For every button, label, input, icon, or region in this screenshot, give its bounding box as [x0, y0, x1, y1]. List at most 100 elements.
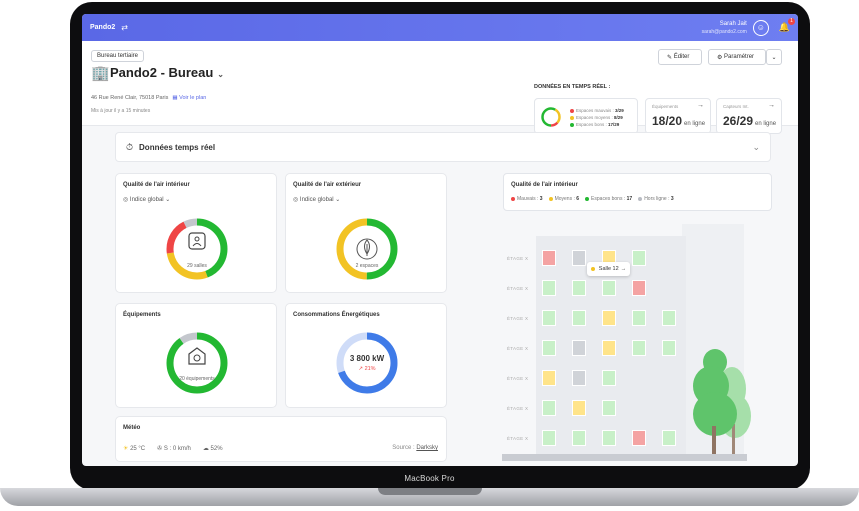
equipment-donut [166, 332, 228, 394]
chevron-down-icon: ⌄ [165, 197, 171, 203]
building-icon: 🏢 [91, 65, 110, 82]
room-cell[interactable] [542, 370, 556, 386]
room-cell[interactable] [542, 250, 556, 266]
source-link[interactable]: Darksky [416, 445, 438, 451]
app-screen: Pando2 ⇄ Sarah Jait sarah@pando2.com ☺ 🔔… [82, 14, 798, 466]
floor-label: ÉTAGE X [507, 346, 529, 351]
realtime-label: DONNÉES EN TEMPS RÉEL : [534, 84, 611, 90]
indoor-air-card[interactable]: Qualité de l'air intérieur ◎ Indice glob… [115, 173, 277, 293]
arrow-right-icon: → [768, 102, 775, 109]
app-name[interactable]: Pando2 [90, 24, 115, 31]
view-plan-link[interactable]: ▦ Voir le plan [172, 95, 206, 101]
address: 46 Rue René Clair, 75018 Paris ▦ Voir le … [91, 95, 207, 101]
room-cell[interactable] [572, 430, 586, 446]
floor-label: ÉTAGE X [507, 256, 529, 261]
equipment-card[interactable]: Équipements 20 équipements [115, 303, 277, 408]
timer-icon: ⏱ [126, 141, 134, 152]
room-cell[interactable] [572, 400, 586, 416]
wind-icon: ✇ [157, 446, 163, 452]
building-type-tag: Bureau tertiaire [91, 50, 145, 62]
last-updated: Mis à jour il y a 15 minutes [91, 108, 151, 114]
room-cell[interactable] [602, 430, 616, 446]
settings-dropdown-button[interactable]: ⌄ [766, 49, 782, 65]
bell-icon[interactable]: 🔔 1 [779, 18, 795, 33]
user-info[interactable]: Sarah Jait sarah@pando2.com [702, 20, 747, 36]
page-title[interactable]: Pando2 - Bureau ⌄ [110, 65, 224, 80]
room-cell[interactable] [542, 400, 556, 416]
room-cell[interactable] [632, 310, 646, 326]
indoor-air-donut [166, 218, 228, 280]
accordion-title: Données temps réel [139, 142, 216, 152]
pencil-icon: ✎ [667, 54, 674, 61]
spaces-legend: Espaces mauvais : 3/29 Espaces moyens : … [570, 107, 624, 128]
room-cell[interactable] [632, 280, 646, 296]
room-cell[interactable] [572, 340, 586, 356]
spaces-ring [541, 107, 561, 127]
energy-donut [336, 332, 398, 394]
index-icon: ◎ [293, 197, 299, 203]
room-cell[interactable] [542, 280, 556, 296]
room-cell[interactable] [542, 310, 556, 326]
room-cell[interactable] [572, 250, 586, 266]
spaces-summary-card[interactable]: Espaces mauvais : 3/29 Espaces moyens : … [534, 98, 638, 134]
room-cell[interactable] [572, 310, 586, 326]
page-header: Bureau tertiaire 🏢 Pando2 - Bureau ⌄ 46 R… [82, 41, 798, 134]
trend-up-icon: ↗ [358, 366, 364, 372]
indoor-air-count: 29 salles [187, 263, 207, 269]
outdoor-air-card[interactable]: Qualité de l'air extérieur ◎ Indice glob… [285, 173, 447, 293]
outdoor-air-donut [336, 218, 398, 280]
floor-label: ÉTAGE X [507, 316, 529, 321]
tree-illustration [693, 349, 751, 456]
outdoor-air-count: 2 espaces [355, 263, 379, 269]
arrow-right-icon: → [620, 266, 627, 272]
weather-source: Source : Darksky [392, 445, 438, 451]
room-cell[interactable] [632, 250, 646, 266]
equipment-count: 20 équipements [179, 376, 215, 382]
user-name: Sarah Jait [719, 20, 747, 27]
top-bar: Pando2 ⇄ Sarah Jait sarah@pando2.com ☺ 🔔… [82, 14, 798, 41]
room-cell[interactable] [602, 340, 616, 356]
switch-icon[interactable]: ⇄ [121, 23, 128, 32]
room-cell[interactable] [542, 430, 556, 446]
chevron-down-icon[interactable]: ⌄ [217, 70, 224, 79]
floor-label: ÉTAGE X [507, 436, 529, 441]
laptop-notch [378, 488, 482, 495]
ground [502, 454, 747, 461]
room-cell[interactable] [632, 430, 646, 446]
sun-icon: ☀ [123, 446, 129, 452]
energy-delta: ↗ 21% [358, 366, 376, 372]
room-cell[interactable] [572, 370, 586, 386]
weather-card: Météo ☀ 25 °C ✇ S : 0 km/h ☁ 52% Source … [115, 416, 447, 462]
floor-label: ÉTAGE X [507, 286, 529, 291]
user-email: sarah@pando2.com [701, 28, 747, 35]
sensors-summary-card[interactable]: Capteurs Int. → 26/29 en ligne [716, 98, 782, 134]
room-cell[interactable] [662, 310, 676, 326]
gear-icon: ⚙ [717, 54, 725, 61]
room-cell[interactable] [632, 340, 646, 356]
device-label: MacBook Pro [404, 474, 455, 483]
realtime-accordion[interactable]: ⏱ Données temps réel ⌄ [115, 132, 771, 162]
settings-button[interactable]: ⚙ Paramétrer [708, 49, 766, 65]
room-cell[interactable] [662, 430, 676, 446]
building-legend-card: Qualité de l'air intérieur Mauvais : 3 M… [503, 173, 772, 211]
energy-card[interactable]: Consommations Énergétiques 3 800 kW ↗ 21… [285, 303, 447, 408]
energy-value: 3 800 kW [349, 354, 385, 363]
humidity-icon: ☁ [202, 446, 209, 452]
notification-badge: 1 [788, 18, 795, 25]
room-tooltip[interactable]: Salle 12 → [587, 262, 630, 276]
room-cell[interactable] [542, 340, 556, 356]
equipment-summary-card[interactable]: Équipements → 18/20 en ligne [645, 98, 711, 134]
room-cell[interactable] [602, 310, 616, 326]
chevron-down-icon[interactable]: ⌄ [752, 142, 760, 153]
room-cell[interactable] [602, 280, 616, 296]
chevron-down-icon: ⌄ [335, 197, 341, 203]
room-cell[interactable] [662, 340, 676, 356]
index-icon: ◎ [123, 197, 129, 203]
avatar[interactable]: ☺ [752, 19, 769, 36]
arrow-right-icon: → [697, 102, 704, 109]
room-cell[interactable] [602, 400, 616, 416]
chevron-down-icon: ⌄ [771, 54, 777, 61]
room-cell[interactable] [602, 370, 616, 386]
room-cell[interactable] [572, 280, 586, 296]
edit-button[interactable]: ✎ Éditer [658, 49, 702, 65]
